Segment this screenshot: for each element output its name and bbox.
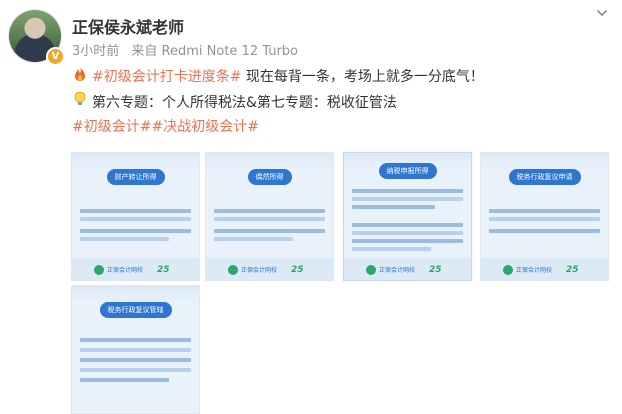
logo-icon	[503, 265, 513, 275]
verified-badge-icon: V	[46, 47, 65, 66]
thumb-title: 偶然所得	[247, 169, 292, 185]
logo-icon	[228, 265, 238, 275]
line2-text: 第六专题：个人所得税法&第七专题：税收征管法	[92, 95, 397, 111]
thumb-brand: 正保会计网校	[379, 267, 416, 274]
image-thumbnail-2[interactable]: 偶然所得 正保会计网校 25	[205, 152, 334, 281]
post-line-2: 第六专题：个人所得税法&第七专题：税收征管法	[72, 91, 397, 112]
thumb-title: 纳税申报所得	[378, 163, 437, 179]
logo-icon	[366, 265, 376, 275]
thumb-brand: 正保会计网校	[241, 267, 278, 274]
hashtags[interactable]: #初级会计##决战初级会计#	[72, 119, 259, 135]
thumb-num: 25	[429, 265, 442, 275]
post-line-3: #初级会计##决战初级会计#	[72, 116, 259, 136]
image-thumbnail-5[interactable]: 税务行政复议管辖	[71, 285, 200, 414]
fire-icon	[72, 66, 88, 85]
chevron-down-icon[interactable]	[595, 6, 609, 20]
hashtag-progress[interactable]: #初级会计打卡进度条#	[92, 69, 241, 85]
logo-icon	[94, 265, 104, 275]
username[interactable]: 正保侯永斌老师	[72, 14, 184, 38]
post-line-1: #初级会计打卡进度条# 现在每背一条，考场上就多一分底气！	[72, 66, 484, 86]
image-thumbnail-4[interactable]: 税务行政复议申请 正保会计网校 25	[480, 152, 609, 281]
line1-text: 现在每背一条，考场上就多一分底气！	[241, 69, 484, 85]
post-source: 来自 Redmi Note 12 Turbo	[131, 44, 298, 59]
thumb-num: 25	[566, 265, 579, 275]
lightbulb-icon	[72, 91, 88, 111]
image-thumbnail-1[interactable]: 财产转让所得 正保会计网校 25	[71, 152, 200, 281]
post-time[interactable]: 3小时前	[72, 44, 119, 59]
thumb-num: 25	[157, 265, 170, 275]
thumb-brand: 正保会计网校	[516, 267, 553, 274]
thumb-title: 税务行政复议管辖	[99, 302, 172, 318]
thumb-title: 税务行政复议申请	[508, 169, 581, 185]
thumb-num: 25	[291, 265, 304, 275]
thumb-title: 财产转让所得	[106, 169, 165, 185]
post-meta: 3小时前 来自 Redmi Note 12 Turbo	[72, 40, 306, 59]
image-thumbnail-3[interactable]: 纳税申报所得 正保会计网校 25	[343, 152, 472, 281]
thumb-brand: 正保会计网校	[107, 267, 144, 274]
